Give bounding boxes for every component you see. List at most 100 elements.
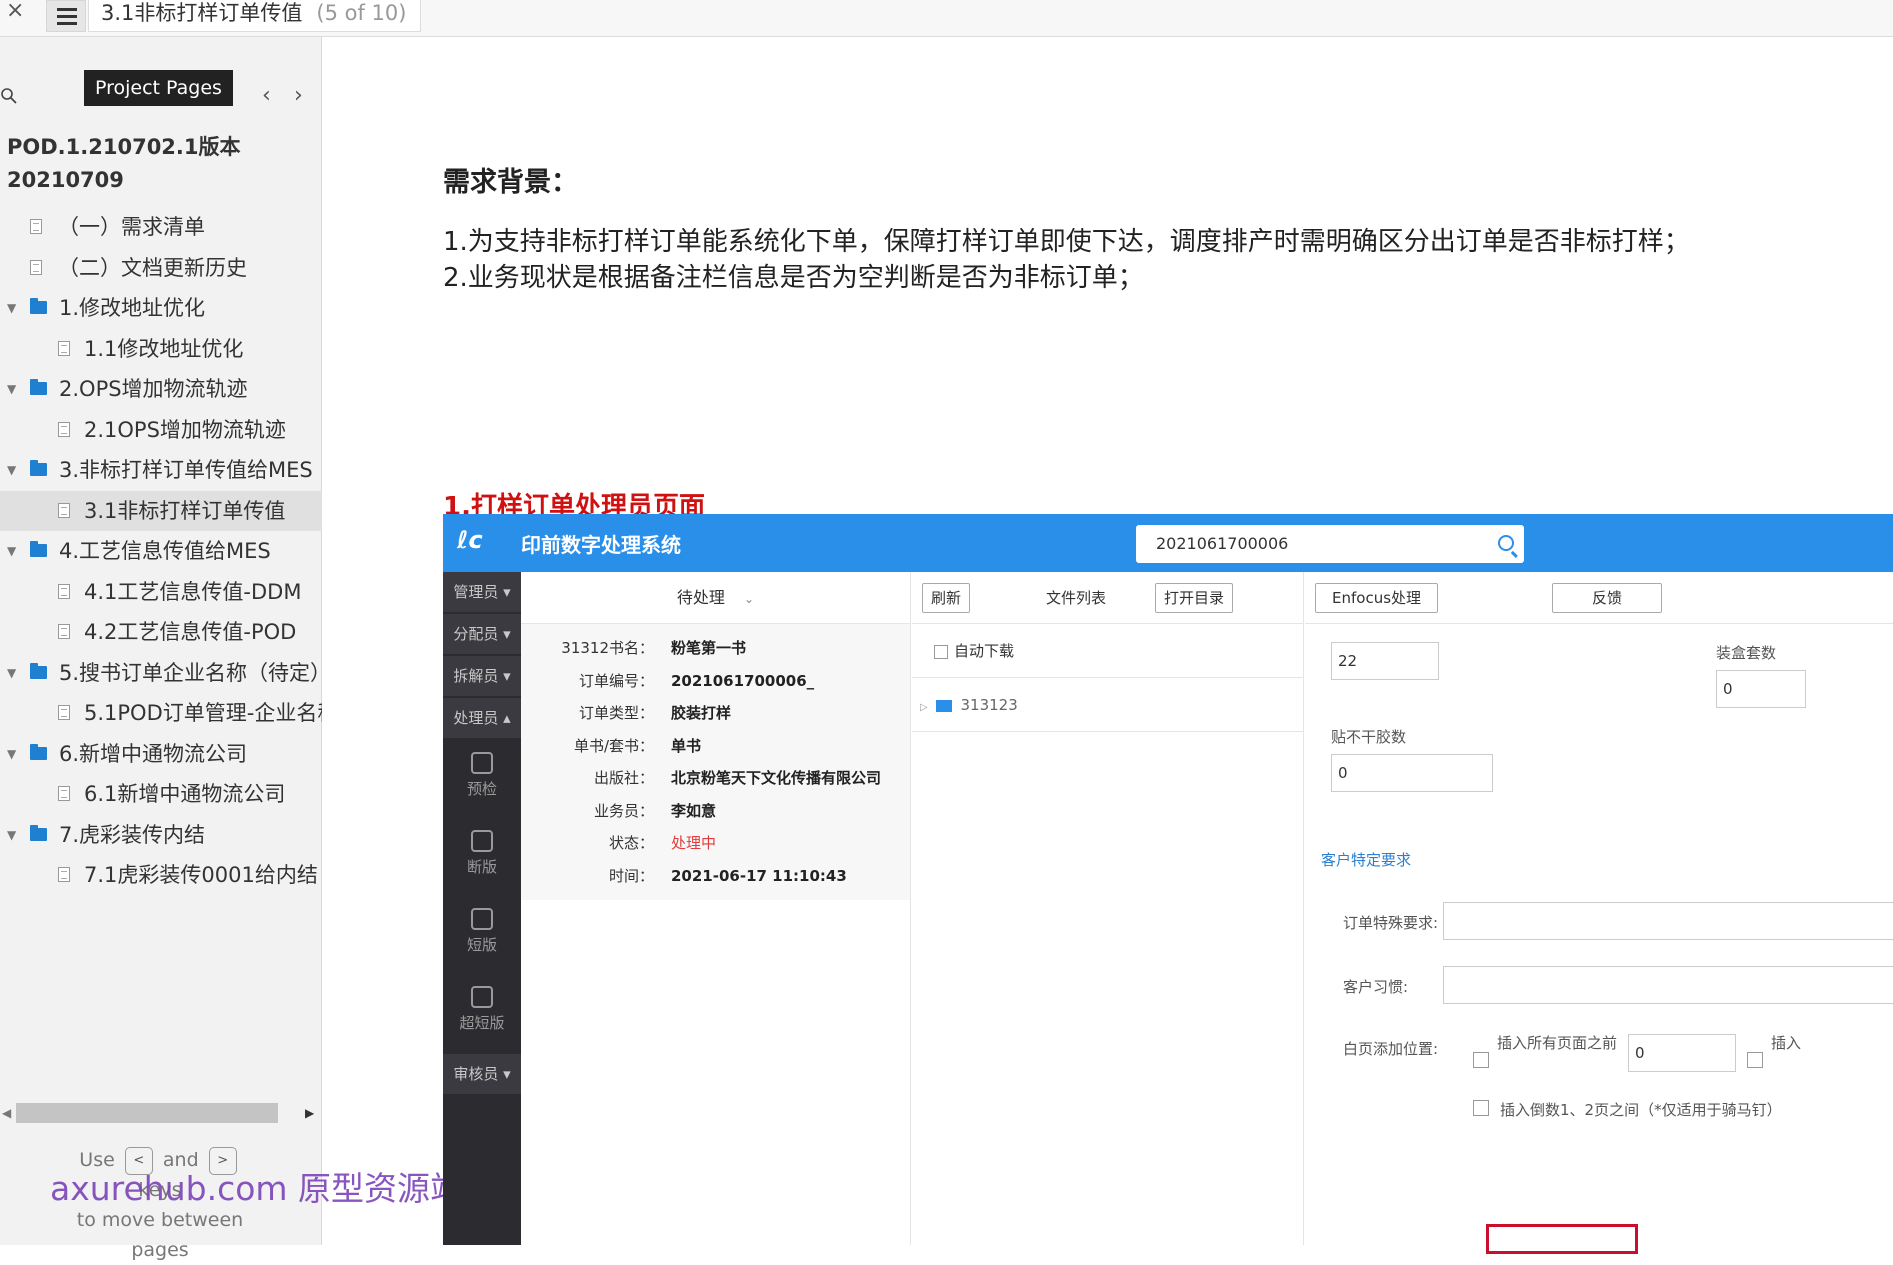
app-logo-icon: ℓc	[457, 526, 483, 554]
tree-folder[interactable]: ▼ 5.搜书订单企业名称（待定）	[0, 653, 322, 694]
page-icon	[58, 624, 70, 639]
tree-page[interactable]: 4.1工艺信息传值-DDM	[0, 572, 322, 613]
order-field-key: 单书/套书：	[573, 736, 654, 755]
box-sets-input[interactable]: 0	[1716, 670, 1806, 708]
tree-page[interactable]: 2.1OPS增加物流轨迹	[0, 410, 322, 451]
tree-folder[interactable]: ▼ 1.修改地址优化	[0, 288, 322, 329]
tree-folder[interactable]: ▼ 4.工艺信息传值给MES	[0, 531, 322, 572]
tool-break[interactable]: 断版	[443, 818, 521, 888]
prev-page-icon[interactable]: ‹	[262, 83, 271, 108]
file-list-label: 文件列表	[1046, 589, 1107, 607]
role-processor[interactable]: 处理员 ▴	[443, 698, 521, 738]
tree-page[interactable]: （二）文档更新历史	[0, 248, 322, 289]
habit-label: 客户习惯:	[1343, 978, 1409, 996]
expand-caret-icon[interactable]: ▼	[7, 450, 16, 490]
tool-precheck[interactable]: 预检	[443, 740, 521, 810]
tree-item-label: 7.1虎彩装传0001给内结	[84, 863, 318, 887]
insert-between-label: 插入倒数1、2页之间（*仅适用于骑马钉）	[1500, 1101, 1782, 1119]
special-req-label: 订单特殊要求:	[1343, 914, 1439, 932]
feedback-button[interactable]: 反馈	[1552, 583, 1662, 613]
tree-folder[interactable]: ▼ 6.新增中通物流公司	[0, 734, 322, 775]
insert-before-checkbox[interactable]	[1473, 1052, 1489, 1068]
expand-caret-icon[interactable]: ▼	[7, 531, 16, 571]
tool-short[interactable]: 短版	[443, 896, 521, 966]
habit-input[interactable]	[1443, 966, 1893, 1004]
auto-download-checkbox[interactable]	[934, 644, 948, 659]
paragraph-1: 1.为支持非标打样订单能系统化下单，保障打样订单即使下达，调度排产时需明确区分出…	[443, 227, 1690, 257]
refresh-button[interactable]: 刷新	[922, 583, 971, 613]
order-field-value: 处理中	[671, 834, 717, 852]
menu-icon[interactable]	[46, 0, 86, 32]
paragraph-2: 2.业务现状是根据备注栏信息是否为空判断是否为非标订单；	[443, 263, 1144, 293]
order-field-row: 出版社： 北京粉笔天下文化传播有限公司	[521, 762, 910, 795]
scroll-right-icon[interactable]: ▶	[305, 1103, 314, 1123]
tool-ultra-short[interactable]: 超短版	[443, 974, 521, 1044]
folder-row[interactable]: ▷ 313123	[912, 678, 1303, 732]
tree-folder[interactable]: ▼ 3.非标打样订单传值给MES	[0, 450, 322, 491]
order-field-key: 出版社：	[593, 769, 654, 787]
special-req-input[interactable]	[1443, 902, 1893, 940]
tree-item-label: 5.1POD订单管理-企业名称	[84, 701, 322, 725]
tree-page[interactable]: 6.1新增中通物流公司	[0, 774, 322, 815]
enfocus-button[interactable]: Enfocus处理	[1315, 583, 1439, 613]
order-info: 31312书名： 粉笔第一书 订单编号： 2021061700006_ 订单类型： 胶装打…	[521, 624, 910, 900]
expand-caret-icon[interactable]: ▼	[7, 815, 16, 855]
next-page-icon[interactable]: ›	[294, 83, 303, 108]
tree-item-label: 7.虎彩装传内结	[59, 822, 206, 847]
expand-caret-icon[interactable]: ▼	[7, 369, 16, 409]
order-field-value: 2021-06-17 11:10:43	[671, 866, 847, 885]
tree-page[interactable]: 5.1POD订单管理-企业名称	[0, 693, 322, 734]
order-search-input[interactable]: 2021061700006	[1136, 525, 1524, 563]
sticker-input[interactable]: 0	[1331, 754, 1493, 792]
tree-item-label: （二）文档更新历史	[58, 255, 247, 280]
insert-other-checkbox[interactable]	[1747, 1052, 1763, 1068]
expand-caret-icon[interactable]: ▼	[7, 288, 16, 328]
tree-item-label: 2.OPS增加物流轨迹	[59, 377, 248, 401]
insert-count-input[interactable]: 0	[1628, 1034, 1736, 1072]
chevron-down-icon: ⌄	[744, 592, 755, 606]
open-directory-button[interactable]: 打开目录	[1155, 583, 1234, 613]
section-heading: 需求背景：	[443, 167, 578, 198]
folder-icon	[30, 460, 47, 476]
status-select[interactable]: 待处理 ⌄	[521, 572, 910, 624]
order-field-value: 单书	[671, 736, 702, 755]
folder-icon	[30, 541, 47, 557]
folder-icon	[30, 662, 47, 679]
horizontal-scrollbar[interactable]	[16, 1103, 278, 1123]
quantity-input[interactable]: 22	[1331, 642, 1439, 680]
tree-page[interactable]: （一）需求清单	[0, 207, 322, 248]
order-field-row: 状态： 处理中	[521, 827, 910, 860]
project-pages-sidebar: Project Pages ‹ › POD.1.210702.1版本 20210…	[0, 37, 322, 1261]
role-assigner[interactable]: 分配员 ▾	[443, 614, 521, 654]
process-panel: Enfocus处理 反馈 22 装盒套数 0 贴不干胶数 0 客户特定要求 订单…	[1305, 572, 1893, 1245]
tree-page[interactable]: 7.1虎彩装传0001给内结	[0, 855, 322, 896]
close-icon[interactable]: ×	[6, 0, 30, 24]
order-field-value: 北京粉笔天下文化传播有限公司	[671, 769, 882, 787]
page-icon	[58, 502, 70, 518]
search-icon[interactable]	[1498, 535, 1514, 551]
tree-folder[interactable]: ▼ 7.虎彩装传内结	[0, 815, 322, 856]
folder-icon	[936, 699, 953, 712]
tree-page[interactable]: 3.1非标打样订单传值	[0, 490, 322, 531]
expand-caret-icon[interactable]: ▼	[7, 653, 16, 693]
insert-other-label: 插入	[1771, 1034, 1802, 1052]
box-sets-label: 装盒套数	[1716, 644, 1777, 662]
tree-item-label: 2.1OPS增加物流轨迹	[84, 417, 286, 442]
insert-between-checkbox[interactable]	[1473, 1100, 1489, 1116]
order-field-row: 订单编号： 2021061700006_	[521, 665, 910, 698]
tree-item-label: 6.1新增中通物流公司	[84, 782, 286, 806]
role-reviewer[interactable]: 审核员 ▾	[443, 1054, 521, 1094]
folder-icon	[30, 298, 47, 314]
tree-page[interactable]: 1.1修改地址优化	[0, 329, 322, 370]
role-splitter[interactable]: 拆解员 ▾	[443, 656, 521, 696]
order-field-row: 业务员： 李如意	[521, 795, 910, 828]
tree-folder[interactable]: ▼ 2.OPS增加物流轨迹	[0, 369, 322, 410]
order-field-value: 粉笔第一书	[671, 639, 747, 657]
role-admin[interactable]: 管理员 ▾	[443, 572, 521, 612]
auto-download-row: 自动下载	[912, 624, 1303, 678]
expand-caret-icon[interactable]: ▼	[7, 734, 16, 774]
tree-page[interactable]: 4.2工艺信息传值-POD	[0, 612, 322, 653]
scroll-left-icon[interactable]: ◀	[2, 1103, 11, 1123]
app-sidebar: 管理员 ▾ 分配员 ▾ 拆解员 ▾ 处理员 ▴ 预检 断版 短版 超短版 审核员…	[443, 572, 521, 1245]
search-icon[interactable]	[0, 87, 18, 105]
